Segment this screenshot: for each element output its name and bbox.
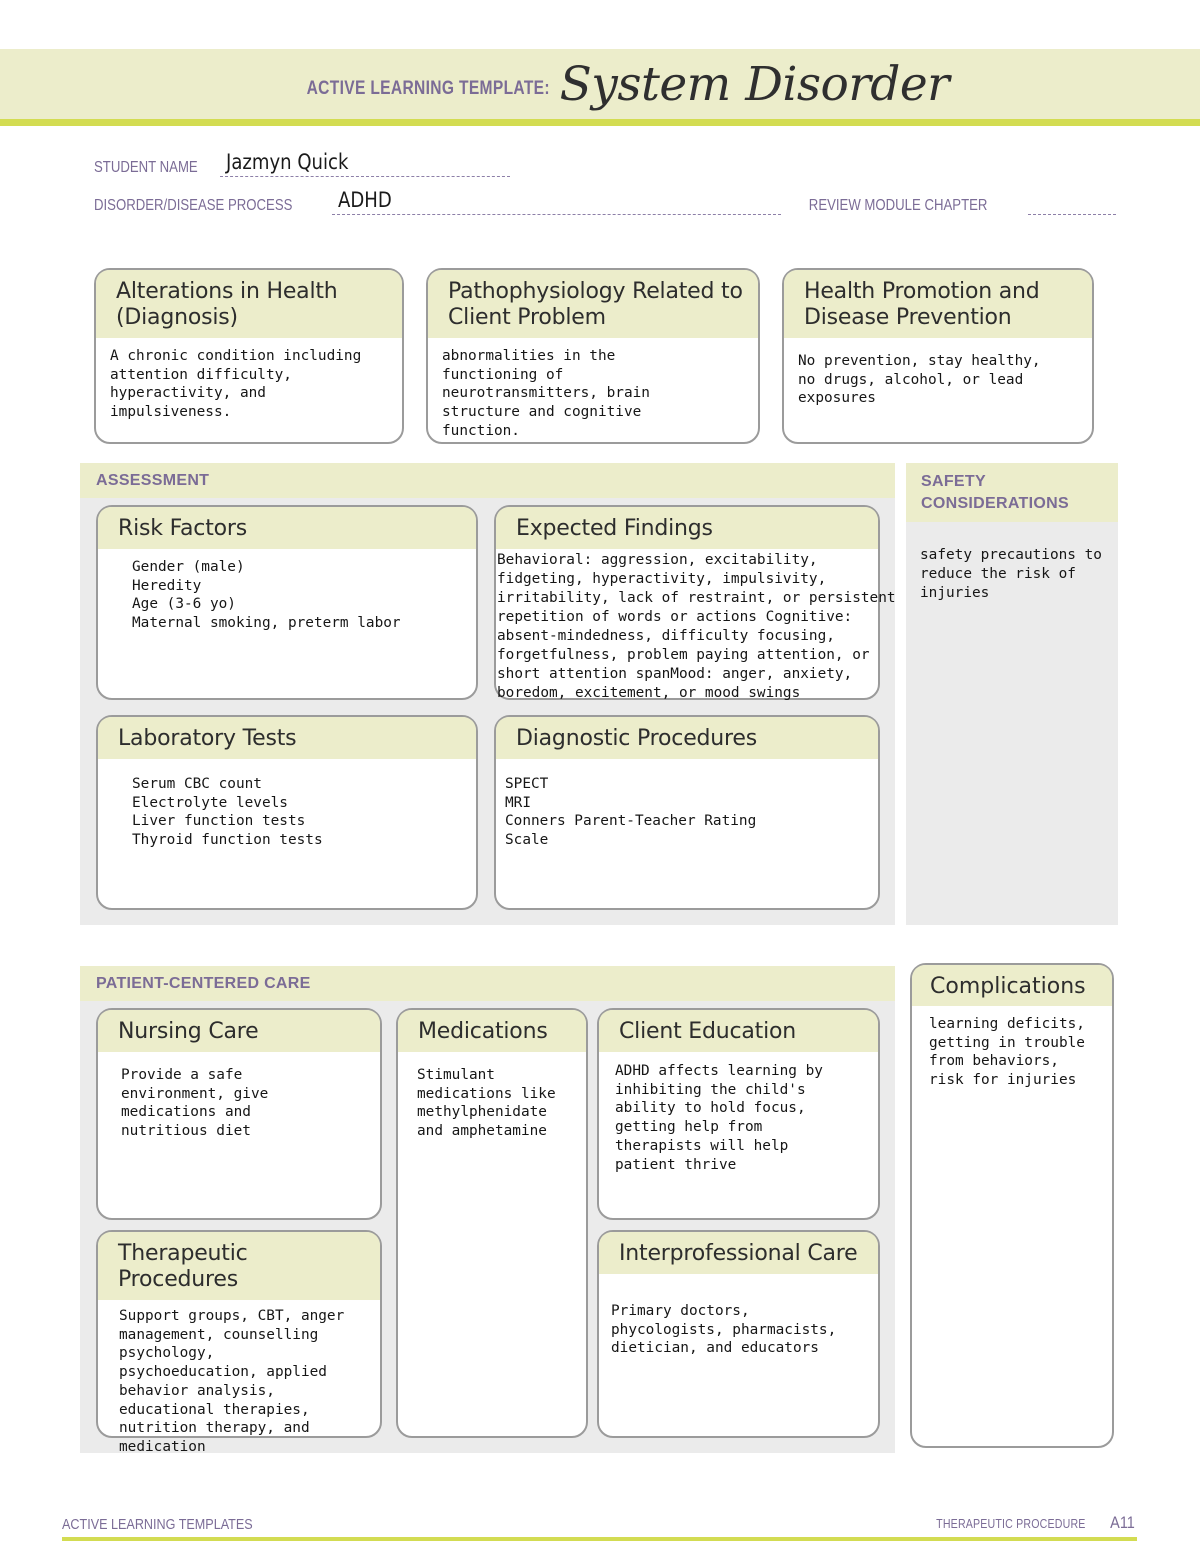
card-title: Alterations in Health (Diagnosis) [96,270,402,338]
card-client-education: Client Education ADHD affects learning b… [597,1008,880,1220]
card-diagnostic-procedures: Diagnostic Procedures SPECT MRI Conners … [494,715,880,910]
card-body: ADHD affects learning by inhibiting the … [615,1062,823,1173]
card-body: Serum CBC count Electrolyte levels Liver… [132,775,323,849]
footer-page-number: A11 [1110,1513,1135,1532]
card-body: learning deficits, getting in trouble fr… [929,1016,1085,1089]
card-body: Support groups, CBT, anger management, c… [119,1307,345,1455]
card-alterations-in-health: Alterations in Health (Diagnosis) A chro… [94,268,404,444]
card-medications: Medications Stimulant medications like m… [396,1008,588,1438]
footer-accent-rule [62,1537,1137,1541]
student-name-input[interactable]: Jazmyn Quick [220,150,511,177]
card-body: Gender (male) Heredity Age (3-6 yo) Mate… [132,558,401,632]
card-complications: Complications learning deficits, getting… [910,963,1114,1448]
card-body: SPECT MRI Conners Parent-Teacher Rating … [505,775,757,849]
footer-section-label: THERAPEUTIC PROCEDURE [936,1517,1086,1531]
disorder-input[interactable]: ADHD [331,188,781,215]
footer-brand-label: ACTIVE LEARNING TEMPLATES [62,1516,253,1533]
disorder-value: ADHD [337,188,392,212]
card-body: Stimulant medications like methylphenida… [417,1066,556,1140]
card-title: Risk Factors [98,507,476,549]
review-module-input[interactable] [1027,192,1116,215]
card-title: Health Promotion and Disease Prevention [784,270,1092,338]
card-nursing-care: Nursing Care Provide a safe environment,… [96,1008,382,1220]
pcc-section-label: PATIENT-CENTERED CARE [96,974,311,992]
card-body: abnormalities in the functioning of neur… [442,347,650,439]
header: ACTIVE LEARNING TEMPLATE: System Disorde… [0,49,1200,119]
card-laboratory-tests: Laboratory Tests Serum CBC count Electro… [96,715,478,910]
safety-header-bar: SAFETY CONSIDERATIONS [906,463,1118,523]
student-name-row: STUDENT NAME Jazmyn Quick [94,150,1104,188]
card-body: No prevention, stay healthy, no drugs, a… [798,352,1041,407]
review-module-label: REVIEW MODULE CHAPTER [809,197,988,214]
assessment-section-label: ASSESSMENT [96,471,210,489]
template-kicker-label: ACTIVE LEARNING TEMPLATE: [306,78,550,99]
card-health-promotion: Health Promotion and Disease Prevention … [782,268,1094,444]
card-title: Medications [398,1010,586,1052]
safety-body: safety precautions to reduce the risk of… [920,547,1102,601]
safety-section-label-line1: SAFETY [921,473,986,490]
student-name-label: STUDENT NAME [94,159,198,176]
card-title: Laboratory Tests [98,717,476,759]
safety-considerations-panel: SAFETY CONSIDERATIONS safety precautions… [906,463,1118,925]
card-title: Therapeutic Procedures [98,1232,380,1300]
card-title: Client Education [599,1010,878,1052]
top-cards-row: Alterations in Health (Diagnosis) A chro… [94,268,1106,444]
card-title: Pathophysiology Related to Client Proble… [428,270,758,338]
student-name-value: Jazmyn Quick [226,150,349,174]
safety-section-label-line2: CONSIDERATIONS [921,494,1069,512]
expected-findings-body: Behavioral: aggression, excitability, fi… [497,552,905,701]
card-body: Provide a safe environment, give medicat… [121,1066,269,1140]
card-interprofessional-care: Interprofessional Care Primary doctors, … [597,1230,880,1438]
card-title: Complications [912,965,1112,1006]
disorder-label: DISORDER/DISEASE PROCESS [94,197,293,214]
card-body: Primary doctors, phycologists, pharmacis… [611,1302,837,1357]
assessment-header-bar: ASSESSMENT [80,463,895,498]
footer-row: ACTIVE LEARNING TEMPLATES THERAPEUTIC PR… [62,1513,1137,1537]
card-therapeutic-procedures: Therapeutic Procedures Support groups, C… [96,1230,382,1455]
pcc-header-bar: PATIENT-CENTERED CARE [80,966,895,1001]
card-pathophysiology: Pathophysiology Related to Client Proble… [426,268,760,444]
form-fields: STUDENT NAME Jazmyn Quick DISORDER/DISEA… [94,150,1116,226]
disorder-row: DISORDER/DISEASE PROCESS ADHD REVIEW MOD… [94,188,1116,226]
card-title: Expected Findings [496,507,878,549]
card-title: Interprofessional Care [599,1232,878,1274]
card-title: Nursing Care [98,1010,380,1052]
footer-page-info: THERAPEUTIC PROCEDURE A11 [923,1513,1137,1533]
header-accent-rule [0,119,1200,126]
card-risk-factors: Risk Factors Gender (male) Heredity Age … [96,505,478,700]
card-title: Diagnostic Procedures [496,717,878,759]
page-title: System Disorder [559,56,950,112]
footer: ACTIVE LEARNING TEMPLATES THERAPEUTIC PR… [62,1513,1137,1541]
card-body: A chronic condition including attention … [110,347,362,421]
